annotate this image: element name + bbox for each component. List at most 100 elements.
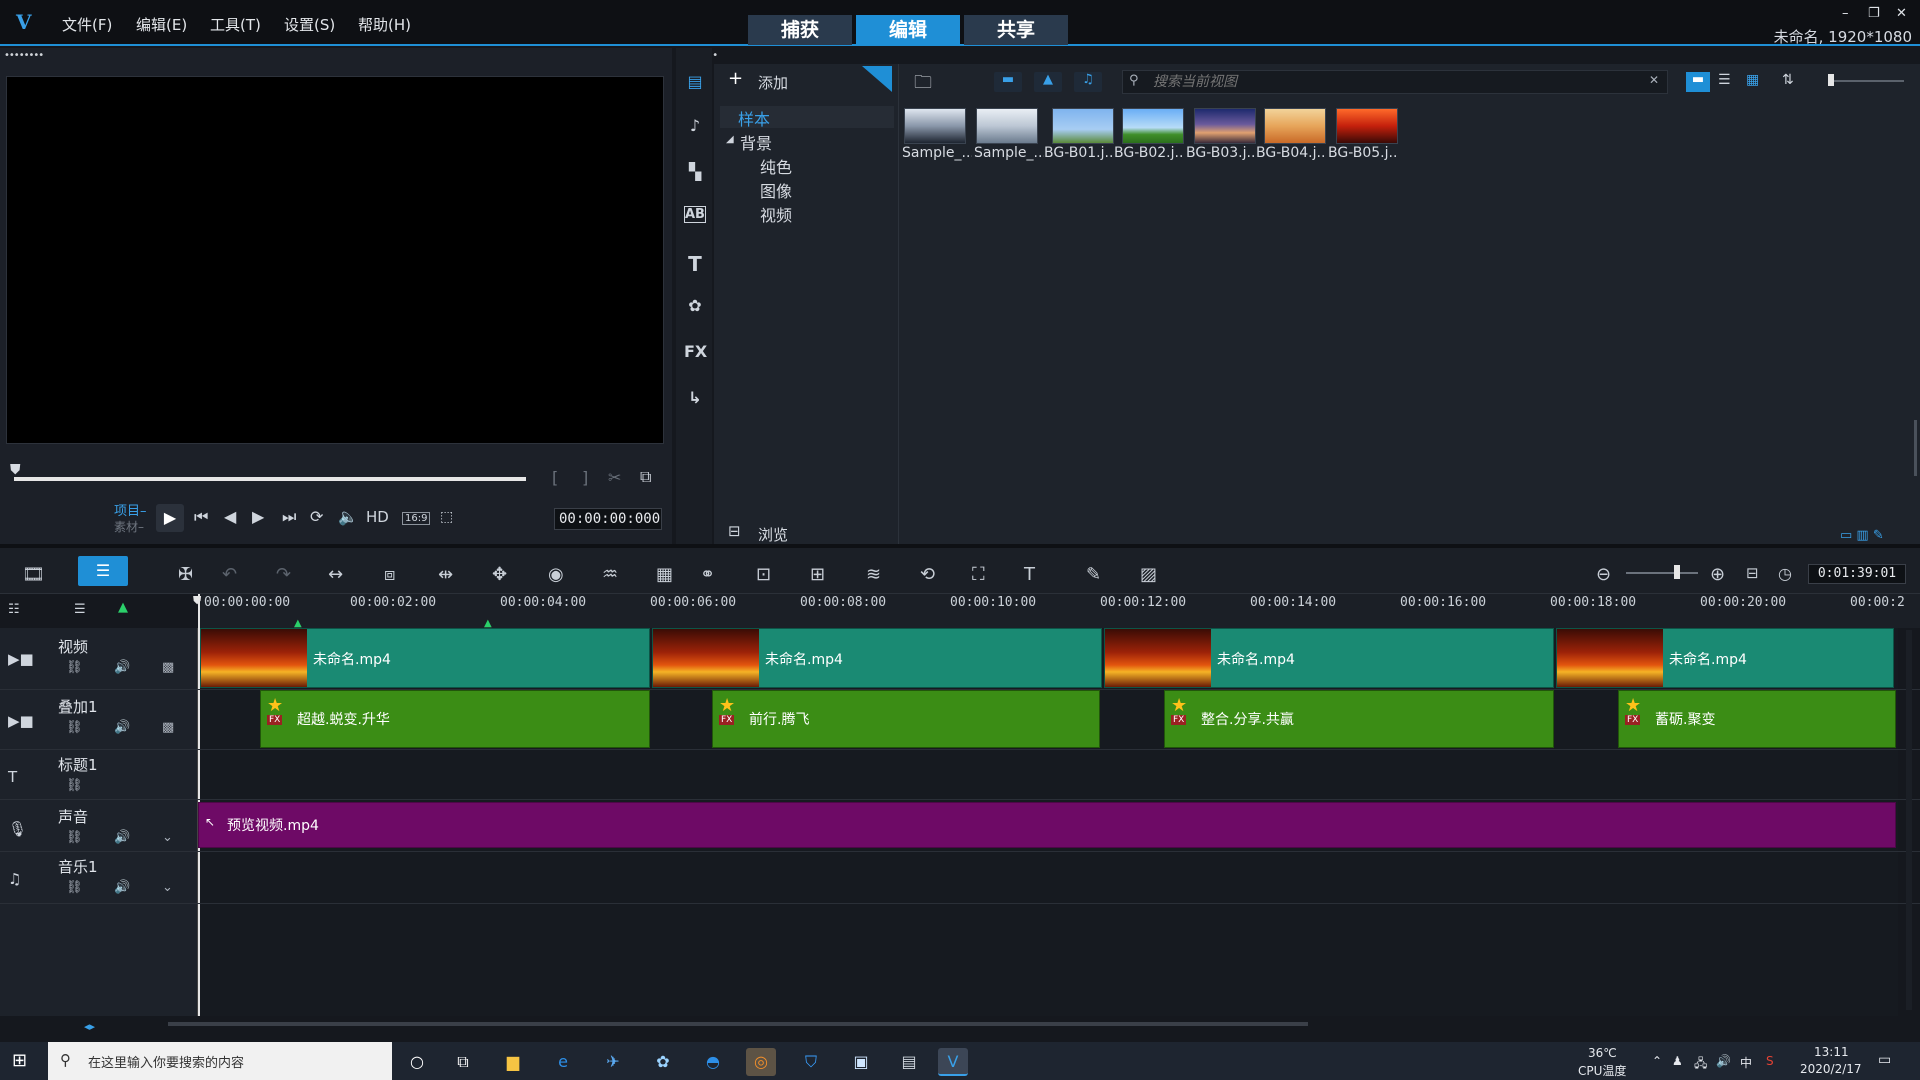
overlay-clip[interactable]: ★ FX 整合.分享.共赢 [1164, 690, 1554, 748]
grid-tool-icon[interactable]: ⊞ [810, 564, 825, 585]
tray-app-icon[interactable]: ♟ [1672, 1054, 1683, 1068]
screen-recorder-icon[interactable]: ▣ [846, 1048, 876, 1076]
library-scrollbar[interactable] [1914, 420, 1917, 476]
blend-icon[interactable]: ⚭ [700, 564, 715, 585]
video-clip[interactable]: 未命名.mp4 [1556, 628, 1894, 688]
ime-indicator[interactable]: 中 [1740, 1054, 1752, 1071]
prev-frame-icon[interactable]: ◀ [224, 507, 236, 526]
video-clip[interactable]: 未命名.mp4 [1104, 628, 1554, 688]
grid-view-icon[interactable]: ▦ [1746, 72, 1759, 88]
thumbnail-bg-b01[interactable] [1052, 108, 1114, 144]
clip-mode-label[interactable]: 素材– [114, 518, 144, 535]
show-audio-icon[interactable]: ♫ [1074, 72, 1102, 92]
taskbar-search[interactable]: ⚲ 在这里输入你要搜索的内容 [48, 1042, 392, 1080]
graphics-icon[interactable]: ✿ [684, 296, 706, 315]
file-explorer-icon[interactable]: ▆ [498, 1048, 528, 1076]
thumbnail-bg-b05[interactable] [1336, 108, 1398, 144]
menu-file[interactable]: 文件(F) [62, 14, 112, 35]
link-icon[interactable]: ⛓ [66, 720, 83, 735]
tree-video[interactable]: 视频 [760, 202, 792, 226]
search-input[interactable] [1153, 73, 1633, 91]
fit-project-icon[interactable]: ⊟ [1746, 564, 1759, 582]
menu-settings[interactable]: 设置(S) [284, 14, 335, 35]
tree-solid-color[interactable]: 纯色 [760, 154, 792, 178]
fx-icon[interactable]: FX [684, 342, 707, 361]
next-frame-icon[interactable]: ▶ [252, 507, 264, 526]
thumbnail-bg-b02[interactable] [1122, 108, 1184, 144]
undo-icon[interactable]: ↶ [222, 564, 237, 585]
track-mute-icon[interactable]: 🔊 [114, 880, 130, 895]
overlay-clip[interactable]: ★ FX 蓄砺.聚变 [1618, 690, 1896, 748]
menu-edit[interactable]: 编辑(E) [136, 14, 187, 35]
track-manager-icon[interactable]: ☷ [8, 602, 20, 617]
notification-icon[interactable]: ▭ [1878, 1052, 1891, 1068]
mark-out-icon[interactable]: ] [582, 468, 588, 487]
transition-icon[interactable]: ▚ [684, 162, 706, 181]
ab-title-icon[interactable]: AB [684, 206, 706, 223]
timeline-ruler[interactable] [198, 594, 1920, 628]
thumbnail-view-icon[interactable]: ▬ [1686, 72, 1710, 92]
ripple-icon[interactable]: ▩ [162, 660, 174, 675]
thumbnail-sample-2[interactable] [976, 108, 1038, 144]
tree-sample[interactable]: 样本 [720, 106, 894, 129]
tools-icon[interactable]: ✠ [178, 564, 193, 585]
task-view-icon[interactable]: ⧉ [448, 1048, 478, 1076]
tree-image[interactable]: 图像 [760, 178, 792, 202]
link-icon[interactable]: ⛓ [66, 660, 83, 675]
split-icon[interactable]: ✂ [608, 468, 621, 487]
tracking-icon[interactable]: ⛶ [972, 564, 985, 585]
chevron-down-icon[interactable]: ⌄ [162, 880, 173, 895]
browse-icon[interactable]: ⊟ [728, 522, 741, 540]
clear-search-icon[interactable]: ✕ [1649, 73, 1659, 87]
thumbnail-sample-1[interactable] [904, 108, 966, 144]
menu-tools[interactable]: 工具(T) [210, 14, 261, 35]
storyboard-view-icon[interactable]: 🎞 [22, 564, 45, 585]
network-icon[interactable]: 🖧 [1694, 1054, 1707, 1075]
mark-in-icon[interactable]: [ [552, 468, 558, 487]
motion-icon[interactable]: ≋ [866, 564, 881, 585]
library-layout-icon[interactable]: ▭ ▥ ✎ [1840, 528, 1884, 543]
timeline-vscrollbar[interactable] [1906, 630, 1912, 1010]
feather-app-icon[interactable]: ✈ [598, 1048, 628, 1076]
cortana-icon[interactable]: ○ [402, 1048, 432, 1076]
link-icon[interactable]: ⛓ [66, 778, 83, 793]
browse-button[interactable]: 浏览 [758, 524, 788, 545]
link-icon[interactable]: ⛓ [66, 880, 83, 895]
link-icon[interactable]: ⛓ [66, 830, 83, 845]
add-button[interactable]: 添加 [758, 72, 788, 93]
edge-icon[interactable]: e [548, 1048, 578, 1076]
redo-icon[interactable]: ↷ [276, 564, 291, 585]
zoom-out-icon[interactable]: ⊖ [1596, 564, 1611, 585]
enlarge-preview-icon[interactable]: ⧉ [640, 467, 651, 487]
music-icon[interactable]: ♪ [684, 116, 706, 135]
browser-app-icon[interactable]: ◓ [698, 1048, 728, 1076]
timecode-field[interactable]: 00:00:00:000 [554, 508, 662, 530]
thumb-size-handle[interactable] [1828, 74, 1834, 86]
tab-edit[interactable]: 编辑 [856, 15, 960, 45]
restore-button[interactable]: ❐ [1868, 6, 1880, 21]
repeat-icon[interactable]: ⟳ [310, 507, 323, 526]
track-mute-icon[interactable]: 🔊 [114, 830, 130, 845]
show-video-icon[interactable]: ▬ [994, 72, 1022, 92]
playhead-handle-icon[interactable]: ⛊ [193, 594, 201, 608]
tab-share[interactable]: 共享 [964, 15, 1068, 45]
track-mute-icon[interactable]: 🔊 [114, 660, 130, 675]
zoom-handle[interactable] [1674, 565, 1680, 579]
clock-time[interactable]: 13:11 [1814, 1045, 1849, 1059]
list-view-icon[interactable]: ☰ [1718, 72, 1731, 88]
timeline-view-icon[interactable]: ☰ [78, 556, 128, 586]
panel-grip[interactable]: •••••••• [4, 50, 44, 61]
overlay-clip[interactable]: ★ FX 前行.腾飞 [712, 690, 1100, 748]
add-icon[interactable]: + [728, 68, 743, 89]
folder-add-icon[interactable]: 🗀 [914, 70, 932, 100]
record-icon[interactable]: ◉ [548, 564, 564, 585]
split-tool-icon[interactable]: ⇹ [438, 564, 453, 585]
thumbnail-bg-b04[interactable] [1264, 108, 1326, 144]
pin-icon[interactable] [862, 66, 892, 92]
ripple-icon[interactable]: ▩ [162, 720, 174, 735]
3d-title-icon[interactable]: T [1024, 564, 1035, 585]
audio-wave-icon[interactable]: ♒ [602, 564, 618, 585]
tree-background[interactable]: 背景 [740, 130, 772, 154]
volume-icon[interactable]: 🔈 [338, 507, 358, 526]
zoom-slider[interactable] [1626, 572, 1698, 574]
